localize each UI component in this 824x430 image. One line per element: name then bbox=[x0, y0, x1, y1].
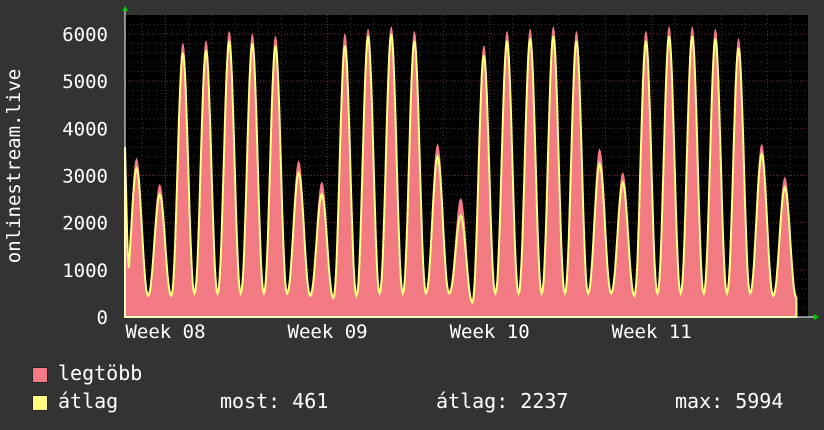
x-axis-arrow bbox=[814, 314, 819, 320]
y-axis-arrow bbox=[122, 6, 128, 11]
stat-now: most: 461 bbox=[220, 389, 329, 413]
legend-label-avg: átlag bbox=[58, 389, 119, 413]
x-tick-labels: Week 08 Week 09 Week 10 Week 11 bbox=[125, 321, 691, 343]
y-axis-label: onlinestream.live bbox=[3, 69, 25, 263]
legend-label-max: legtöbb bbox=[58, 361, 143, 385]
legend-swatch-max bbox=[32, 367, 48, 383]
y-tick-label: 2000 bbox=[62, 213, 108, 235]
y-tick-label: 0 bbox=[97, 307, 108, 329]
x-tick-label: Week 10 bbox=[450, 321, 530, 343]
legend-swatch-avg bbox=[32, 395, 48, 411]
y-tick-label: 3000 bbox=[62, 165, 108, 187]
y-tick-label: 1000 bbox=[62, 260, 108, 282]
x-tick-label: Week 08 bbox=[125, 321, 205, 343]
y-tick-label: 5000 bbox=[62, 71, 108, 93]
x-tick-label: Week 11 bbox=[612, 321, 692, 343]
chart: 0 1000 2000 3000 4000 5000 6000 Week 08 Week 09… bbox=[3, 6, 819, 343]
stat-max: max: 5994 bbox=[675, 389, 784, 413]
y-tick-label: 6000 bbox=[62, 24, 108, 46]
y-tick-label: 4000 bbox=[62, 118, 108, 140]
x-tick-label: Week 09 bbox=[288, 321, 368, 343]
y-tick-labels: 0 1000 2000 3000 4000 5000 6000 bbox=[62, 24, 108, 329]
stat-avg: átlag: 2237 bbox=[436, 389, 569, 413]
